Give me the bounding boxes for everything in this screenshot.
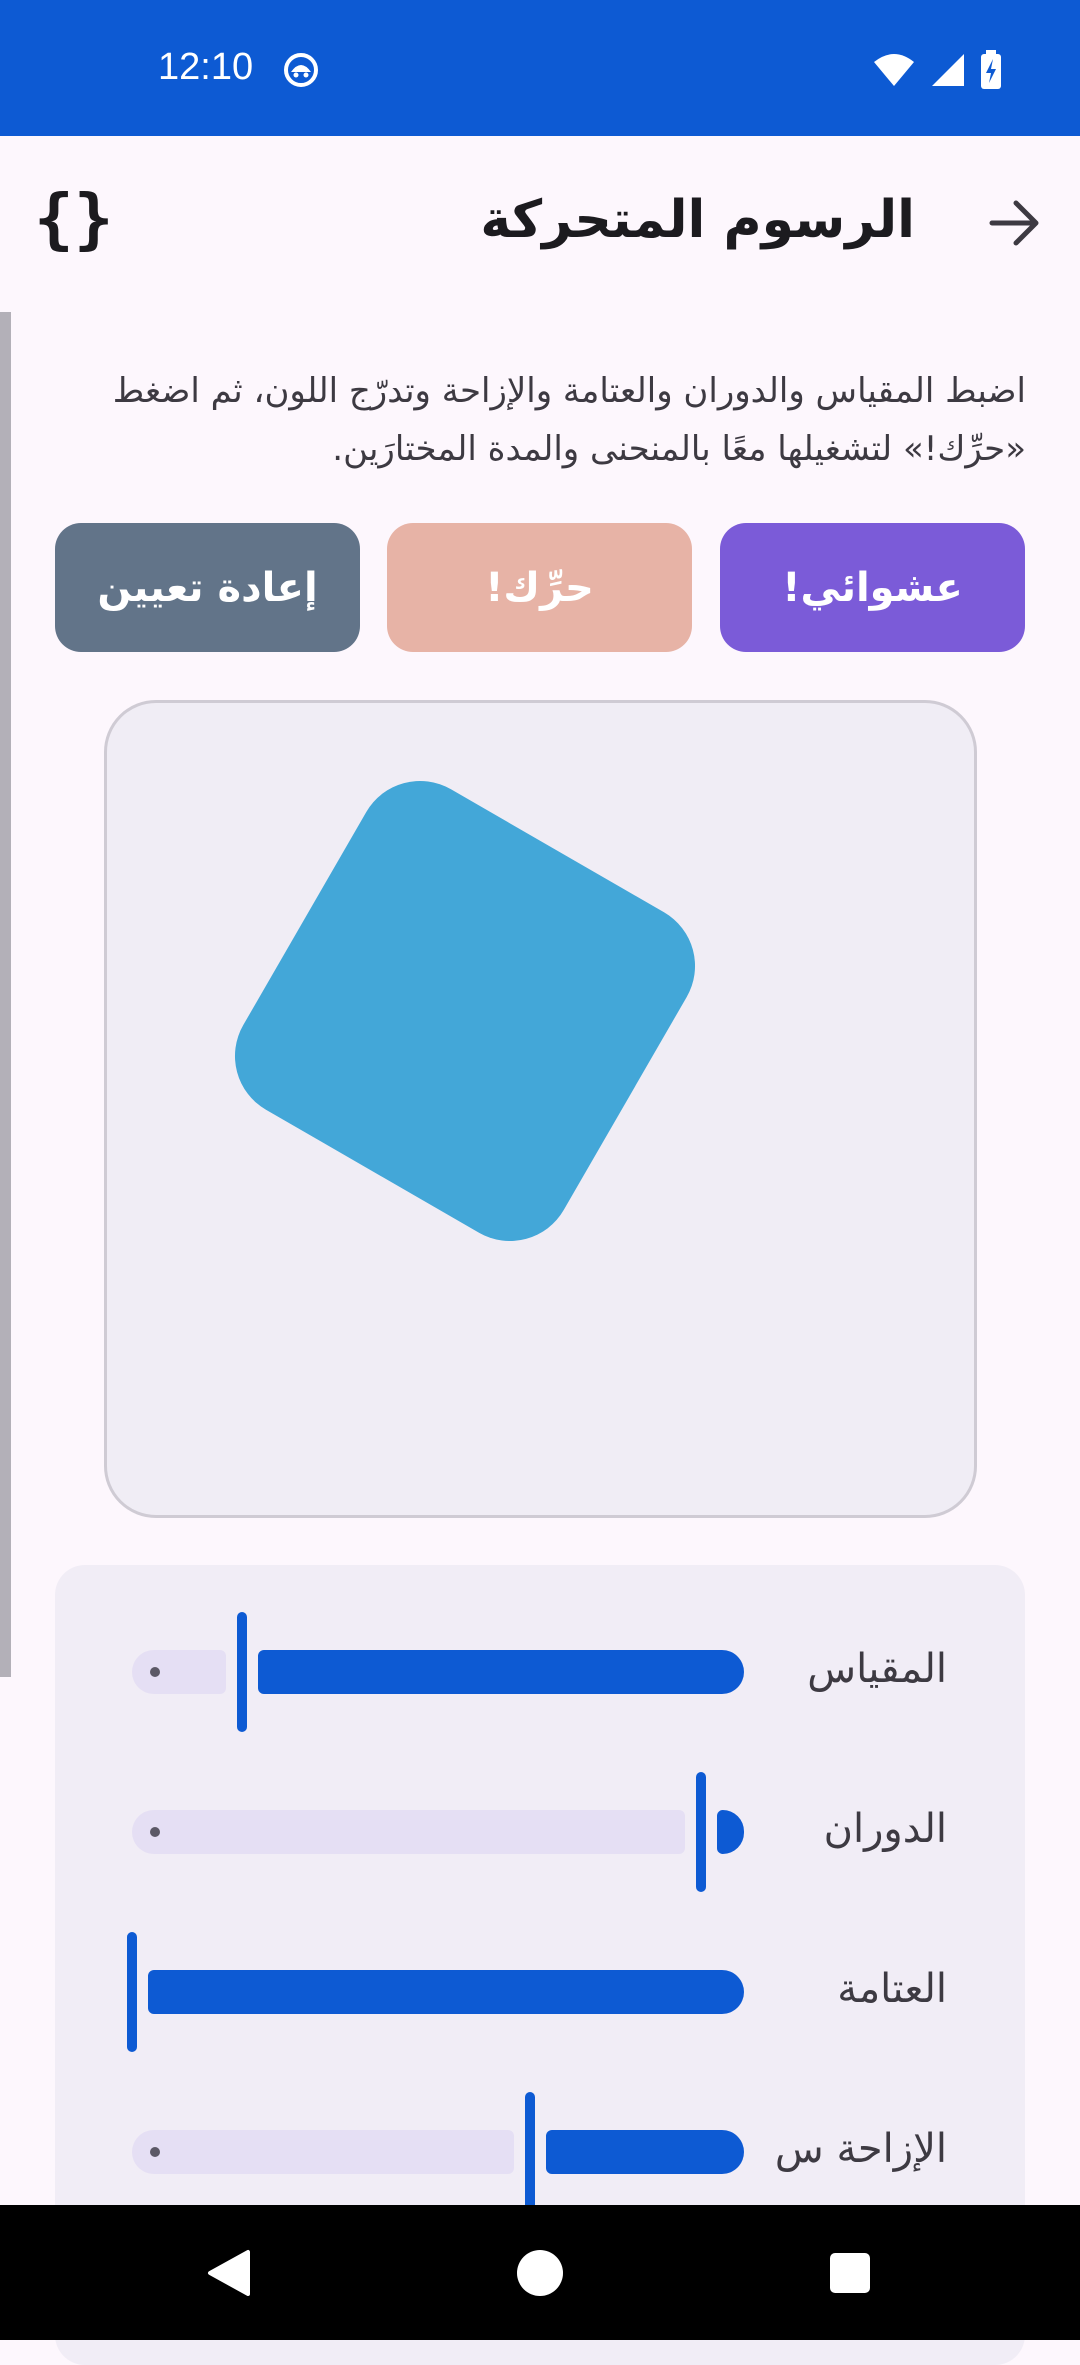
slider-thumb[interactable] [696,1772,707,1892]
slider-row-scale: المقياس [55,1612,1025,1732]
slider-stop-dot [150,1827,160,1837]
slider-track-active [258,1650,744,1694]
system-nav-bar [0,2205,1080,2340]
app-bar: {} الرسوم المتحركة [0,136,1080,310]
nav-recents-square-icon[interactable] [790,2205,910,2340]
slider-stop-dot [150,1667,160,1677]
slider-row-opacity: العتامة [55,1932,1025,2052]
arrow-forward-icon[interactable] [988,198,1042,251]
slider-label: العتامة [837,1966,947,2012]
slider-track-active [545,2130,744,2174]
slider-track-inactive [132,1810,686,1854]
slider-row-rotation: الدوران [55,1772,1025,1892]
wifi-icon [872,52,916,92]
nav-home-circle-icon[interactable] [480,2205,600,2340]
offset-x-slider[interactable] [132,2092,744,2212]
slider-label: الدوران [823,1806,947,1852]
battery-charging-icon [980,50,1002,94]
rotation-slider[interactable] [132,1772,744,1892]
slider-track-inactive [132,2130,514,2174]
slider-label: المقياس [807,1646,947,1692]
slider-thumb[interactable] [524,2092,535,2212]
random-button[interactable]: عشوائي! [720,523,1025,652]
animated-square [212,758,718,1264]
status-bar: 12:10 [0,0,1080,136]
android-face-icon [283,52,319,92]
scroll-indicator[interactable] [0,312,11,1677]
animate-button[interactable]: حرِّك! [387,523,692,652]
animation-preview [104,700,977,1518]
nav-back-triangle-icon[interactable] [168,2205,288,2340]
slider-stop-dot [150,2147,160,2157]
slider-row-offset-x: الإزاحة س [55,2092,1025,2212]
slider-thumb[interactable] [127,1932,137,2052]
curly-braces-icon[interactable]: {} [34,186,113,252]
slider-label: الإزاحة س [774,2126,947,2172]
slider-track-inactive [132,1650,227,1694]
cell-signal-icon [930,52,966,92]
description-text: اضبط المقياس والدوران والعتامة والإزاحة … [112,371,1026,469]
slider-track-active [717,1810,744,1854]
scale-slider[interactable] [132,1612,744,1732]
status-time: 12:10 [158,46,254,88]
slider-thumb[interactable] [237,1612,248,1732]
slider-track-active [148,1970,744,2014]
page-title: الرسوم المتحركة [480,190,915,250]
reset-button[interactable]: إعادة تعيين [55,523,360,652]
opacity-slider[interactable] [127,1932,744,2052]
